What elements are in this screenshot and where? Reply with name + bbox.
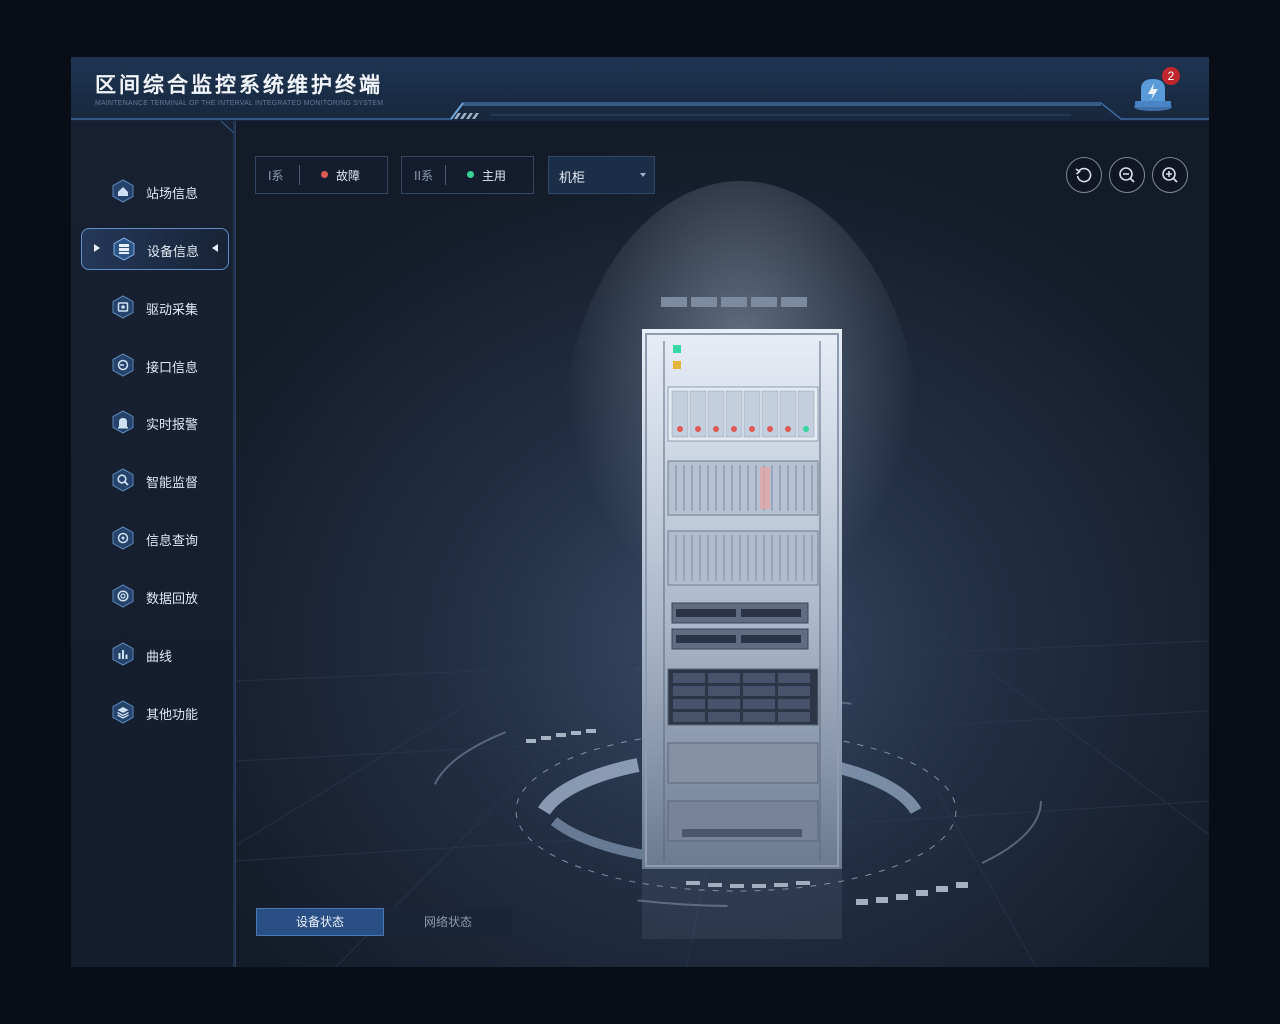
sidebar-item-label: 曲线 <box>146 650 173 665</box>
sidebar-item-label: 信息查询 <box>146 534 199 549</box>
tab-network-status[interactable]: 网络状态 <box>384 908 512 936</box>
active-left-marker <box>94 244 100 252</box>
query-icon <box>111 526 135 550</box>
system-1-state: 故障 <box>336 169 361 183</box>
device-icon <box>112 237 136 261</box>
divider <box>445 165 446 185</box>
reset-icon <box>1075 167 1092 183</box>
home-icon <box>111 179 135 203</box>
alarm-count-badge: 2 <box>1162 67 1180 85</box>
system-2-name: II系 <box>414 169 434 183</box>
sidebar-item-label: 接口信息 <box>146 361 199 376</box>
sidebar-item-label: 其他功能 <box>146 708 199 723</box>
cabinet-select-value: 机柜 <box>559 171 586 186</box>
main-stage: I系 故障 II系 主用 机柜 设备状态 网络状态 <box>236 121 1209 967</box>
cabinet-3d-view[interactable] <box>236 121 1209 967</box>
page-title: 区间综合监控系统维护终端 <box>95 73 383 97</box>
sidebar-item-station[interactable]: 站场信息 <box>81 171 227 211</box>
sidebar-item-label: 站场信息 <box>146 187 199 202</box>
tab-device-status[interactable]: 设备状态 <box>256 908 384 936</box>
sidebar-item-label: 智能监督 <box>146 476 199 491</box>
zoom-out-icon <box>1119 167 1135 183</box>
page-subtitle: MAINTENANCE TERMINAL OF THE INTERVAL INT… <box>95 100 384 107</box>
header-bar: 区间综合监控系统维护终端 MAINTENANCE TERMINAL OF THE… <box>71 57 1209 121</box>
sidebar-item-label: 数据回放 <box>146 592 199 607</box>
sidebar-item-device[interactable]: 设备信息 <box>81 228 229 270</box>
system-1-name: I系 <box>268 169 284 183</box>
sidebar-item-interface[interactable]: 接口信息 <box>81 345 227 385</box>
sidebar-item-other[interactable]: 其他功能 <box>81 692 227 732</box>
replay-icon <box>111 584 135 608</box>
sidebar-item-label: 实时报警 <box>146 418 199 433</box>
chart-icon <box>111 642 135 666</box>
system-2-state: 主用 <box>482 169 507 183</box>
sidebar-item-info-query[interactable]: 信息查询 <box>81 518 227 558</box>
sidebar-item-data-replay[interactable]: 数据回放 <box>81 576 227 616</box>
zoom-out-button[interactable] <box>1109 157 1145 193</box>
monitor-icon <box>111 468 135 492</box>
sidebar-item-driver[interactable]: 驱动采集 <box>81 287 227 327</box>
driver-icon <box>111 295 135 319</box>
sidebar-item-curve[interactable]: 曲线 <box>81 634 227 674</box>
zoom-in-icon <box>1162 167 1178 183</box>
system-1-status[interactable]: I系 故障 <box>255 156 388 194</box>
zoom-in-button[interactable] <box>1152 157 1188 193</box>
cabinet-select[interactable]: 机柜 <box>548 156 655 194</box>
sidebar-item-realtime-alarm[interactable]: 实时报警 <box>81 402 227 442</box>
fault-indicator-icon <box>321 171 328 178</box>
sidebar-item-label: 驱动采集 <box>146 303 199 318</box>
interface-icon <box>111 353 135 377</box>
divider <box>299 165 300 185</box>
layers-icon <box>111 700 135 724</box>
sidebar: 站场信息 设备信息 驱动采集 接口信息 实时报警 智能监督 信息查询 数据回放 … <box>71 121 236 967</box>
alarm-icon <box>111 410 135 434</box>
sidebar-item-label: 设备信息 <box>147 245 200 260</box>
active-indicator-icon <box>467 171 474 178</box>
reset-view-button[interactable] <box>1066 157 1102 193</box>
system-2-status[interactable]: II系 主用 <box>401 156 534 194</box>
active-right-marker <box>212 244 218 252</box>
app-window: 区间综合监控系统维护终端 MAINTENANCE TERMINAL OF THE… <box>71 57 1209 967</box>
sidebar-item-smart-monitor[interactable]: 智能监督 <box>81 460 227 500</box>
chevron-down-icon <box>640 173 646 177</box>
